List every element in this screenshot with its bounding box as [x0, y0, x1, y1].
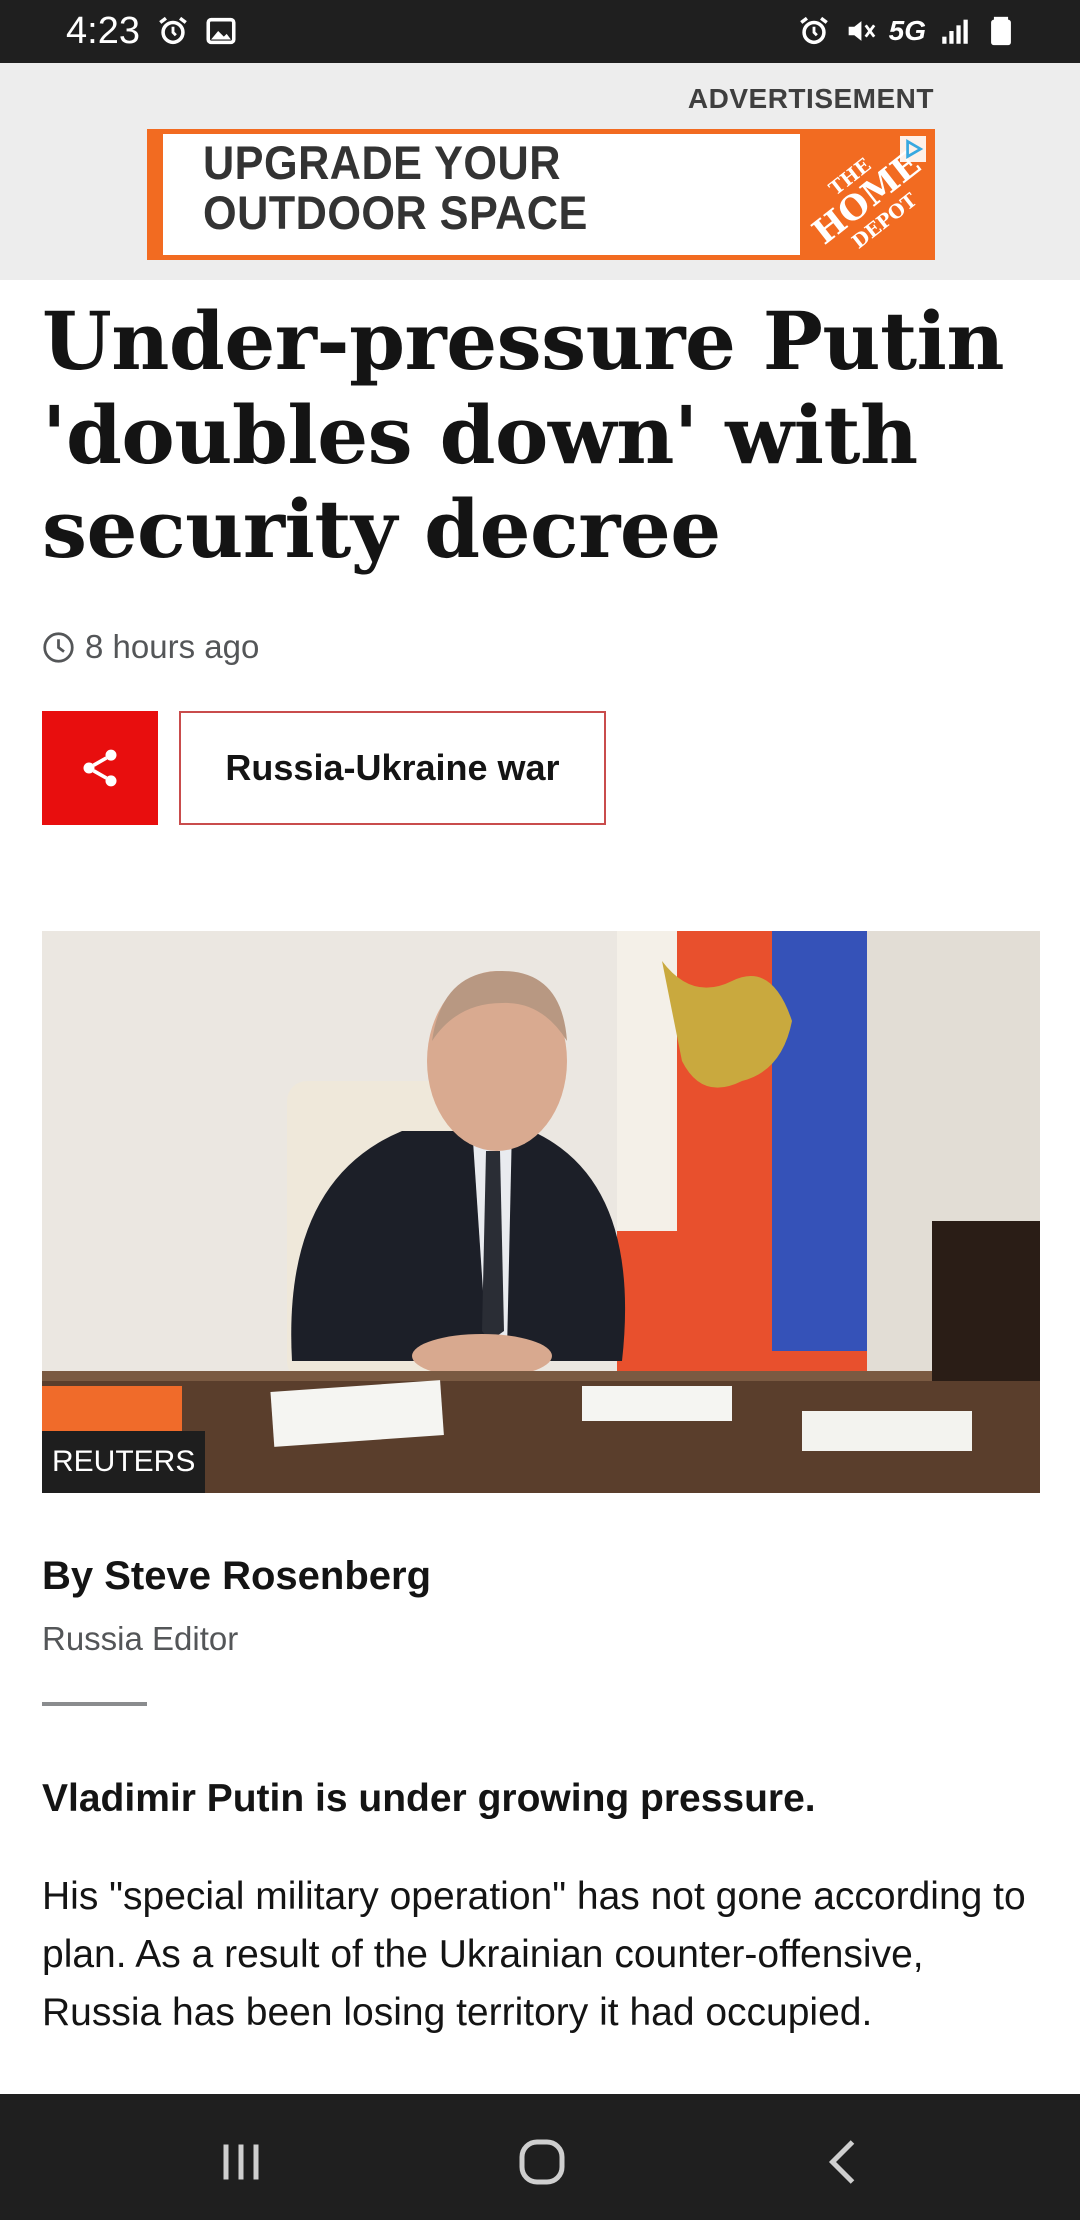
- network-type: 5G: [888, 15, 926, 46]
- status-bar: 4:23 5G: [0, 0, 1080, 63]
- timestamp-text: 8 hours ago: [85, 628, 260, 665]
- article-hero-image: REUTERS: [42, 931, 1040, 1493]
- divider: [42, 1702, 147, 1706]
- ad-headline-line1: UPGRADE YOUR: [203, 136, 561, 189]
- ad-choices-icon[interactable]: [900, 136, 926, 162]
- body-paragraph: His "special military operation" has not…: [42, 1875, 1026, 2034]
- back-icon[interactable]: [815, 2132, 875, 2192]
- signal-icon: [942, 19, 968, 44]
- image-credit: REUTERS: [42, 1431, 206, 1493]
- clock-icon: [43, 631, 74, 663]
- ad-label: ADVERTISEMENT: [687, 83, 934, 114]
- gallery-icon: [206, 17, 236, 45]
- article-timestamp: 8 hours ago: [42, 628, 259, 666]
- navigation-bar: [0, 2094, 1080, 2220]
- share-icon: [83, 749, 117, 787]
- alarm-icon: [799, 16, 828, 45]
- mute-icon: [848, 21, 875, 41]
- status-time: 4:23: [66, 10, 140, 52]
- author-role: Russia Editor: [42, 1620, 239, 1657]
- ad-banner[interactable]: UPGRADE YOUR OUTDOOR SPACE THE HOME DEPO…: [147, 129, 935, 260]
- recent-apps-icon[interactable]: [211, 2132, 271, 2192]
- battery-icon: [991, 16, 1011, 46]
- topic-tag-button[interactable]: Russia-Ukraine war: [179, 711, 606, 825]
- lead-paragraph: Vladimir Putin is under growing pressure…: [42, 1777, 816, 1820]
- share-button[interactable]: [42, 711, 158, 825]
- article-headline: Under-pressure Putin 'doubles down' with…: [42, 294, 1005, 576]
- ad-headline-line2: OUTDOOR SPACE: [203, 186, 588, 239]
- alarm-icon: [159, 16, 187, 45]
- home-icon[interactable]: [512, 2132, 572, 2192]
- ad-headline: UPGRADE YOUR OUTDOOR SPACE: [203, 138, 588, 238]
- home-depot-logo: THE HOME DEPOT: [800, 134, 930, 255]
- author-byline: By Steve Rosenberg: [42, 1554, 432, 1598]
- advertisement-area: ADVERTISEMENT UPGRADE YOUR OUTDOOR SPACE…: [0, 63, 1080, 280]
